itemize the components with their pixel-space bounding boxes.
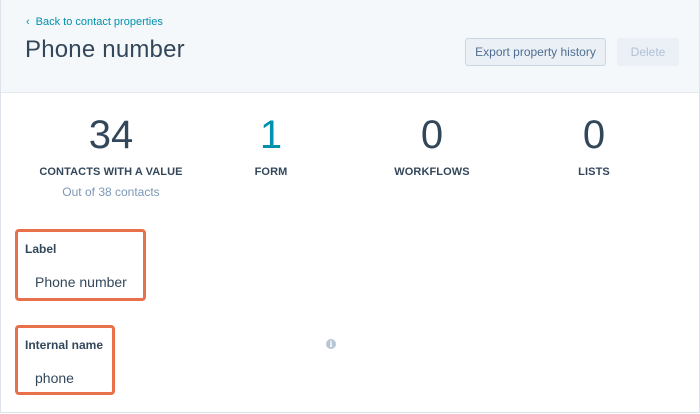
export-property-history-button[interactable]: Export property history — [465, 38, 606, 66]
chevron-left-icon: ‹ — [26, 15, 30, 28]
stat-workflows: 0 WORKFLOWS — [382, 110, 482, 178]
internal-name-field-value[interactable]: phone — [35, 370, 74, 386]
delete-button[interactable]: Delete — [617, 38, 679, 66]
info-icon[interactable]: i — [326, 339, 336, 349]
label-field-highlight — [15, 229, 146, 301]
back-link[interactable]: ‹ Back to contact properties — [26, 16, 163, 28]
stat-value: 0 — [582, 113, 606, 157]
stat-label: FORM — [254, 166, 288, 178]
label-field-heading: Label — [25, 242, 57, 256]
stat-contacts-with-value: 34 CONTACTS WITH A VALUE Out of 38 conta… — [31, 110, 191, 199]
stat-label: LISTS — [578, 166, 610, 178]
stat-value: 0 — [420, 113, 444, 157]
page-title: Phone number — [25, 36, 185, 63]
back-link-label: Back to contact properties — [35, 16, 163, 28]
stat-value[interactable]: 1 — [221, 110, 321, 160]
label-field-value[interactable]: Phone number — [35, 274, 127, 290]
internal-name-field-heading: Internal name — [25, 338, 104, 352]
stat-value: 34 — [88, 113, 134, 157]
stat-subtext: Out of 38 contacts — [62, 185, 160, 199]
stat-label: WORKFLOWS — [394, 166, 470, 178]
stat-lists: 0 LISTS — [544, 110, 644, 178]
stat-form[interactable]: 1 FORM — [221, 110, 321, 178]
property-details-panel: ‹ Back to contact properties Phone numbe… — [0, 0, 700, 413]
stat-label: CONTACTS WITH A VALUE — [39, 166, 183, 178]
